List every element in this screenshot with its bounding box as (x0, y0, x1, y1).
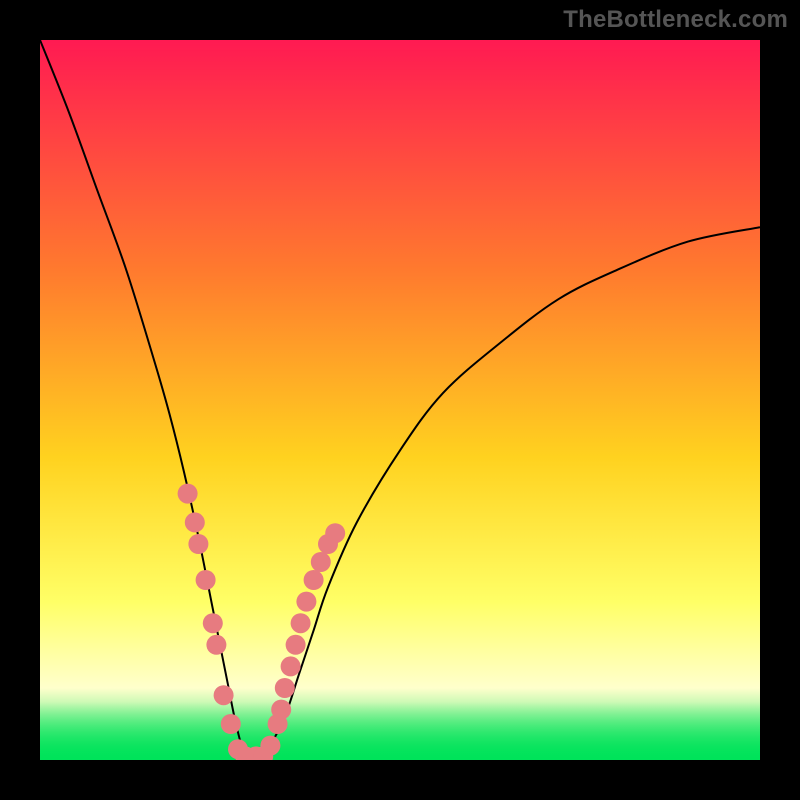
gpu-sample-marker (196, 570, 216, 590)
plot-area (40, 40, 760, 760)
watermark-text: TheBottleneck.com (563, 6, 788, 34)
gpu-sample-marker (291, 613, 311, 633)
gpu-sample-marker (311, 552, 331, 572)
gpu-sample-marker (178, 484, 198, 504)
gpu-sample-marker (281, 656, 301, 676)
curve-layer (40, 40, 760, 760)
gpu-sample-marker (260, 736, 280, 756)
bottleneck-curve (40, 40, 760, 760)
gpu-sample-marker (185, 512, 205, 532)
gpu-sample-marker (296, 592, 316, 612)
gpu-sample-marker (304, 570, 324, 590)
gpu-sample-marker (286, 635, 306, 655)
gpu-sample-marker (275, 678, 295, 698)
gpu-sample-marker (214, 685, 234, 705)
gpu-sample-markers (178, 484, 346, 760)
gpu-sample-marker (206, 635, 226, 655)
chart-frame: TheBottleneck.com (0, 0, 800, 800)
gpu-sample-marker (221, 714, 241, 734)
gpu-sample-marker (203, 613, 223, 633)
gpu-sample-marker (271, 700, 291, 720)
gpu-sample-marker (325, 523, 345, 543)
gpu-sample-marker (188, 534, 208, 554)
